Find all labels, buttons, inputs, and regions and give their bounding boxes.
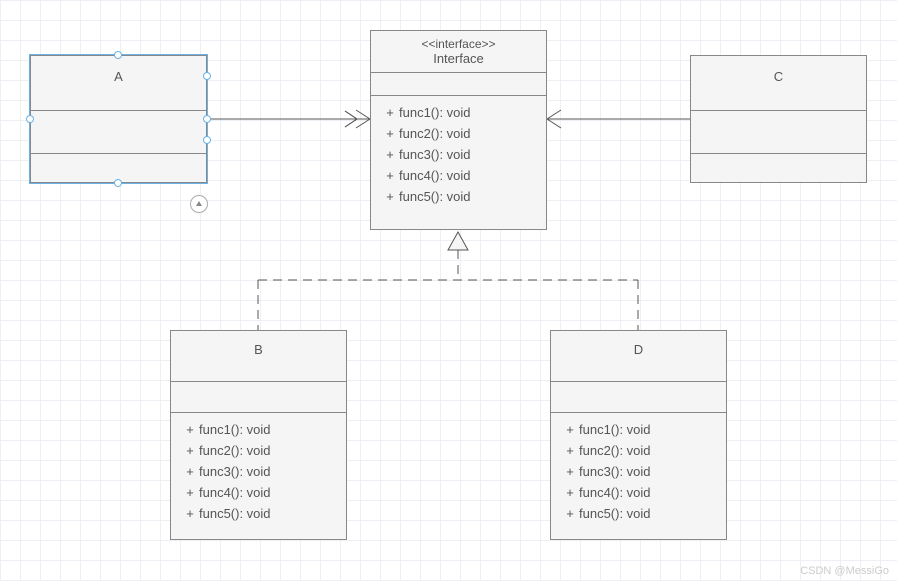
interface-attrs — [371, 73, 546, 96]
class-a-attrs — [31, 111, 206, 154]
op: +func3(): void — [381, 144, 536, 165]
class-c[interactable]: C — [690, 55, 867, 183]
op: +func5(): void — [561, 503, 716, 524]
class-b-attrs — [171, 382, 346, 413]
op: +func5(): void — [381, 186, 536, 207]
op: +func5(): void — [181, 503, 336, 524]
class-b-ops: +func1(): void +func2(): void +func3(): … — [171, 413, 346, 530]
class-c-attrs — [691, 111, 866, 154]
op: +func1(): void — [381, 102, 536, 123]
class-b-name: B — [171, 331, 346, 382]
class-a-name: A — [31, 56, 206, 111]
interface-box[interactable]: <<interface>> Interface +func1(): void +… — [370, 30, 547, 230]
op: +func2(): void — [381, 123, 536, 144]
expand-icon[interactable] — [190, 195, 208, 213]
op: +func4(): void — [561, 482, 716, 503]
op: +func1(): void — [561, 419, 716, 440]
class-a[interactable]: A — [30, 55, 207, 183]
class-c-ops — [691, 154, 866, 208]
op: +func2(): void — [561, 440, 716, 461]
class-d-name: D — [551, 331, 726, 382]
interface-name: Interface — [433, 51, 484, 66]
op: +func4(): void — [181, 482, 336, 503]
interface-stereotype: <<interface>> — [375, 37, 542, 51]
op: +func2(): void — [181, 440, 336, 461]
interface-title: <<interface>> Interface — [371, 31, 546, 73]
resize-handle-e[interactable] — [203, 115, 211, 123]
interface-ops: +func1(): void +func2(): void +func3(): … — [371, 96, 546, 213]
class-d-ops: +func1(): void +func2(): void +func3(): … — [551, 413, 726, 530]
class-c-name: C — [691, 56, 866, 111]
op: +func3(): void — [561, 461, 716, 482]
resize-handle-w[interactable] — [26, 115, 34, 123]
op: +func3(): void — [181, 461, 336, 482]
class-d-attrs — [551, 382, 726, 413]
resize-handle-ne[interactable] — [203, 72, 211, 80]
watermark: CSDN @MessiGo — [800, 565, 889, 577]
resize-handle-n[interactable] — [114, 51, 122, 59]
op: +func1(): void — [181, 419, 336, 440]
resize-handle-s[interactable] — [114, 179, 122, 187]
class-d[interactable]: D +func1(): void +func2(): void +func3()… — [550, 330, 727, 540]
class-b[interactable]: B +func1(): void +func2(): void +func3()… — [170, 330, 347, 540]
resize-handle-se-mid[interactable] — [203, 136, 211, 144]
op: +func4(): void — [381, 165, 536, 186]
